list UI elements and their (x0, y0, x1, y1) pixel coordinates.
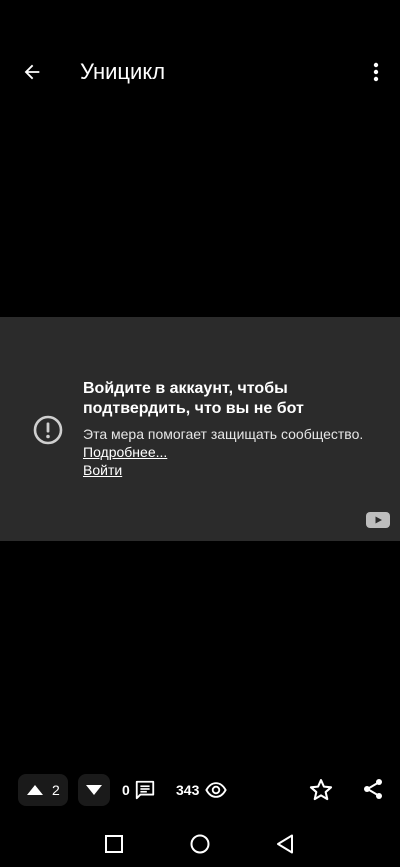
triangle-down-icon (86, 785, 102, 795)
system-navigation-bar (0, 821, 400, 867)
back-nav-icon[interactable] (273, 832, 297, 856)
star-icon[interactable] (308, 777, 334, 803)
message-title: Войдите в аккаунт, чтобы подтвердить, чт… (83, 380, 304, 417)
downvote-button[interactable] (78, 774, 110, 806)
message-description: Эта мера помогает защищать сообщество. (83, 426, 364, 442)
comment-count: 0 (122, 782, 130, 798)
arrow-left-icon (24, 64, 40, 80)
views-counter: 343 (176, 774, 228, 806)
view-count: 343 (176, 782, 200, 798)
sign-in-message: Войдите в аккаунт, чтобы подтвердить, чт… (83, 379, 383, 479)
app-bar: Уницикл (0, 0, 400, 140)
back-button[interactable] (16, 56, 48, 88)
triangle-up-icon (27, 785, 43, 795)
page-title: Уницикл (80, 59, 166, 84)
comment-icon (135, 780, 154, 800)
home-icon[interactable] (188, 832, 212, 856)
more-vertical-icon (373, 62, 379, 82)
share-icon[interactable] (361, 777, 385, 801)
upvote-button[interactable]: 2 (18, 774, 68, 806)
sign-in-link[interactable]: Войти (83, 461, 383, 479)
eye-icon (205, 782, 228, 798)
post-action-bar: 2 0 343 (0, 770, 400, 810)
video-embed[interactable]: Войдите в аккаунт, чтобы подтвердить, чт… (0, 317, 400, 541)
alert-circle-icon (33, 415, 63, 445)
comments-button[interactable]: 0 (122, 774, 156, 806)
upvote-count: 2 (52, 782, 60, 798)
youtube-logo-icon[interactable] (366, 512, 390, 528)
recent-apps-icon[interactable] (102, 832, 126, 856)
more-options-button[interactable] (360, 56, 392, 88)
learn-more-link[interactable]: Подробнее... (83, 443, 383, 461)
